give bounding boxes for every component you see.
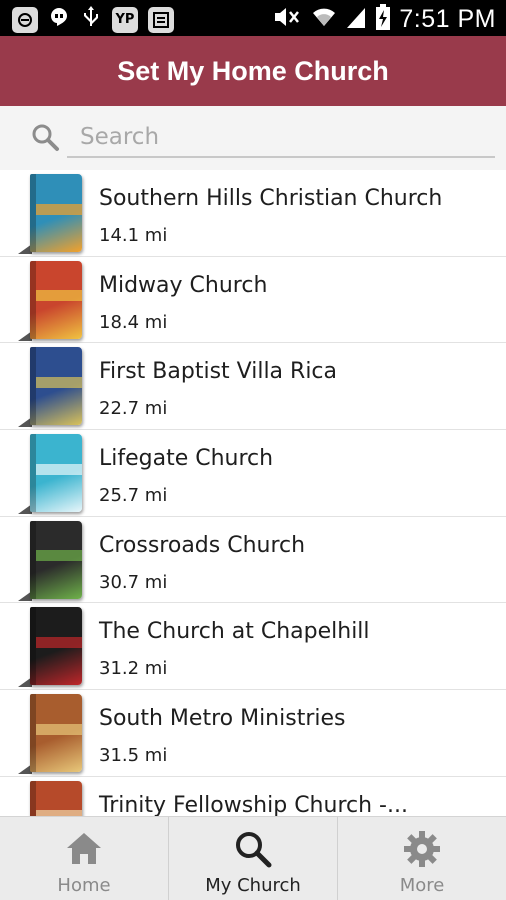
cover-accent-band — [36, 463, 82, 475]
church-name: Southern Hills Christian Church — [99, 186, 443, 211]
tab-home[interactable]: Home — [0, 817, 168, 900]
church-cover-image — [18, 780, 84, 816]
book-cover — [30, 434, 82, 513]
church-list-item[interactable]: Southern Hills Christian Church 14.1 mi — [0, 170, 506, 257]
church-cover-image — [18, 694, 84, 775]
battery-charging-icon — [375, 3, 391, 35]
page-title: Set My Home Church — [117, 55, 389, 86]
search-icon[interactable] — [30, 122, 60, 152]
church-name: First Baptist Villa Rica — [99, 359, 338, 385]
home-icon — [67, 833, 101, 864]
cover-accent-band — [36, 290, 82, 302]
book-cover — [30, 174, 82, 252]
church-distance: 25.7 mi — [99, 485, 168, 507]
church-list-item[interactable]: Trinity Fellowship Church -... — [0, 777, 506, 816]
church-distance: 31.2 mi — [99, 658, 168, 680]
church-cover-image — [18, 347, 84, 428]
church-list-item[interactable]: South Metro Ministries 31.5 mi — [0, 690, 506, 777]
cover-accent-band — [36, 723, 82, 735]
cover-accent-band — [36, 550, 82, 562]
gear-icon — [404, 831, 440, 867]
church-distance: 18.4 mi — [99, 311, 168, 333]
church-name: Lifegate Church — [99, 446, 274, 472]
church-list-item[interactable]: The Church at Chapelhill 31.2 mi — [0, 603, 506, 691]
app-header: Set My Home Church — [0, 36, 506, 106]
book-cover — [30, 260, 82, 339]
bottom-nav: Home My Church More — [0, 816, 506, 900]
church-cover-image — [18, 520, 84, 601]
church-list-item[interactable]: Crossroads Church 30.7 mi — [0, 517, 506, 604]
gallery-icon — [148, 6, 174, 33]
church-distance: 22.7 mi — [99, 398, 168, 420]
book-cover — [30, 694, 82, 773]
church-name: Trinity Fellowship Church -... — [99, 792, 408, 816]
tab-more-label: More — [399, 875, 445, 896]
tab-my-church-label: My Church — [205, 875, 301, 896]
hangouts-icon — [48, 6, 70, 33]
wifi-icon — [311, 4, 337, 34]
cover-accent-band — [36, 203, 82, 215]
status-right-icons: 7:51 PM — [273, 3, 496, 35]
search-input[interactable] — [67, 118, 495, 158]
church-distance: 14.1 mi — [99, 225, 168, 246]
church-list-item[interactable]: Lifegate Church 25.7 mi — [0, 430, 506, 517]
church-list-item[interactable]: First Baptist Villa Rica 22.7 mi — [0, 343, 506, 431]
search-bar — [0, 106, 506, 170]
status-bar: YP 7:51 PM — [0, 0, 506, 36]
status-left-icons: YP — [12, 5, 174, 34]
church-list-item[interactable]: Midway Church 18.4 mi — [0, 257, 506, 344]
church-cover-image — [18, 434, 84, 515]
church-name: Midway Church — [99, 272, 268, 298]
tab-home-label: Home — [57, 875, 111, 896]
church-cover-image — [18, 260, 84, 341]
tab-more[interactable]: More — [337, 817, 506, 900]
yp-icon: YP — [112, 6, 138, 33]
church-list[interactable]: Southern Hills Christian Church 14.1 mi Mi… — [0, 170, 506, 816]
clock: 7:51 PM — [399, 4, 496, 33]
book-cover — [30, 607, 82, 686]
church-name: Crossroads Church — [99, 532, 306, 558]
notification-icon — [12, 6, 38, 33]
book-cover — [30, 520, 82, 599]
cover-accent-band — [36, 637, 82, 648]
church-cover-image — [18, 174, 84, 254]
church-name: The Church at Chapelhill — [99, 619, 370, 645]
church-distance: 30.7 mi — [99, 571, 168, 593]
book-cover — [30, 347, 82, 426]
usb-icon — [80, 5, 102, 34]
tab-my-church[interactable]: My Church — [168, 817, 337, 900]
search-icon — [236, 832, 272, 868]
cover-accent-band — [36, 377, 82, 388]
signal-icon — [345, 4, 367, 34]
book-cover — [30, 780, 82, 816]
mute-icon — [273, 4, 303, 34]
church-distance: 31.5 mi — [99, 745, 168, 767]
church-name: South Metro Ministries — [99, 706, 346, 732]
church-cover-image — [18, 607, 84, 688]
